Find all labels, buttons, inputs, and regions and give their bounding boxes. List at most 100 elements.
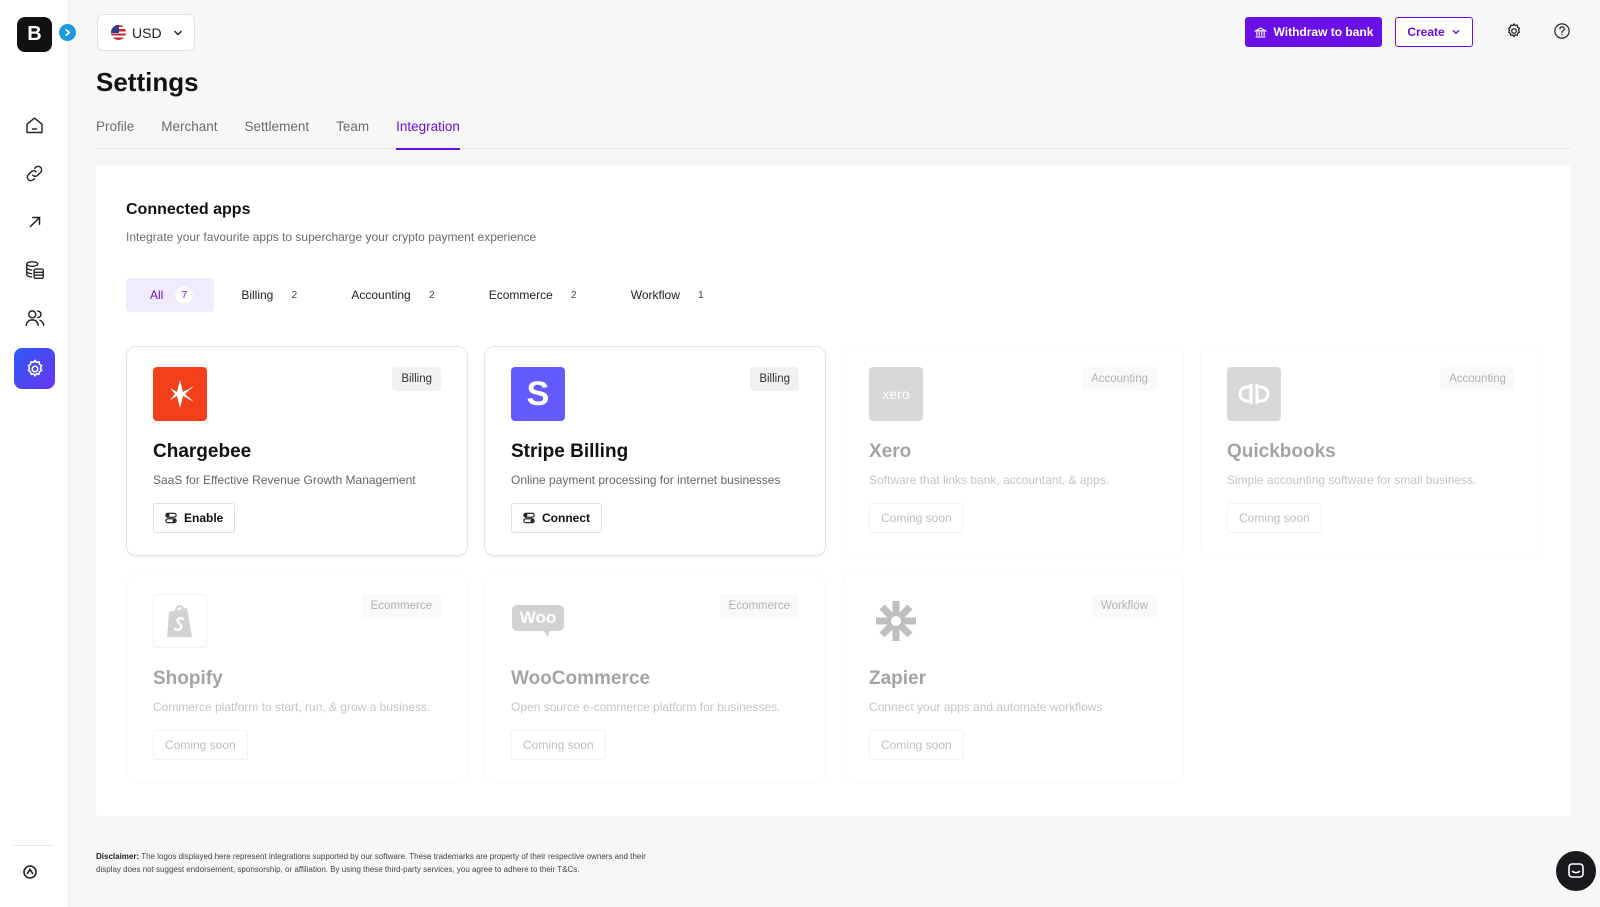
category-tag: Billing — [750, 367, 799, 391]
action-label: Enable — [184, 511, 224, 525]
toggle-icon — [165, 512, 177, 524]
app-card-xero: xero Accounting Xero Software that links… — [842, 346, 1184, 556]
sidebar-item-balances[interactable] — [14, 249, 55, 290]
create-label: Create — [1407, 25, 1445, 39]
app-name: Shopify — [153, 668, 223, 689]
woocommerce-logo-icon: Woo — [511, 594, 565, 648]
app-name: Zapier — [869, 668, 927, 689]
sidebar-item-payment-links[interactable] — [14, 153, 55, 194]
currency-selector[interactable]: USD — [97, 14, 195, 51]
woo-logo-text: Woo — [512, 605, 564, 631]
settings-icon — [27, 359, 42, 377]
connected-apps-panel: Connected apps Integrate your favourite … — [96, 165, 1571, 816]
arrow-up-right-icon — [29, 216, 40, 227]
stripe-logo-icon: S — [511, 367, 565, 421]
chat-launcher-button[interactable] — [1556, 851, 1596, 891]
connect-button[interactable]: Connect — [511, 503, 602, 533]
coins-icon — [25, 260, 44, 279]
action-label: Coming soon — [523, 738, 594, 752]
filter-count: 2 — [428, 289, 435, 301]
app-card-woocommerce: Woo Ecommerce WooCommerce Open source e-… — [484, 573, 826, 783]
section-title: Connected apps — [126, 201, 251, 218]
chat-icon — [1568, 863, 1584, 878]
filter-all[interactable]: All 7 — [126, 278, 215, 312]
action-label: Coming soon — [881, 738, 952, 752]
filter-count: 1 — [698, 289, 704, 301]
app-description: Connect your apps and automate workflows — [869, 700, 1103, 714]
filter-label: Ecommerce — [488, 288, 553, 302]
sidebar-item-customers[interactable] — [14, 297, 55, 338]
coming-soon-button: Coming soon — [869, 503, 964, 533]
action-label: Connect — [542, 511, 590, 525]
section-subtitle: Integrate your favourite apps to superch… — [126, 230, 537, 244]
tab-integration[interactable]: Integration — [396, 119, 460, 150]
brand-logo[interactable]: B — [17, 17, 52, 52]
category-tag: Billing — [392, 367, 441, 391]
category-filters: All 7 Billing 2 Accounting 2 Ecommerce 2 Wor… — [126, 278, 731, 312]
tab-settlement[interactable]: Settlement — [245, 119, 310, 149]
app-card-chargebee: Billing Chargebee SaaS for Effective Rev… — [126, 346, 468, 556]
filter-count: 2 — [570, 289, 577, 301]
sidebar-item-settings[interactable] — [14, 348, 55, 389]
app-card-shopify: Ecommerce Shopify Commerce platform to s… — [126, 573, 468, 783]
filter-accounting[interactable]: Accounting 2 — [327, 278, 461, 312]
sidebar-item-home[interactable] — [14, 105, 55, 146]
chevron-down-icon — [1452, 30, 1459, 35]
category-tag: Accounting — [1082, 367, 1157, 391]
shopify-logo-icon — [153, 594, 207, 648]
tab-team[interactable]: Team — [336, 119, 369, 149]
tab-merchant[interactable]: Merchant — [161, 119, 217, 149]
app-description: Software that links bank, accountant, & … — [869, 473, 1110, 487]
app-card-stripe-billing: S Billing Stripe Billing Online payment … — [484, 346, 826, 556]
filter-count: 7 — [175, 287, 194, 303]
filter-ecommerce[interactable]: Ecommerce 2 — [465, 278, 604, 312]
home-icon — [26, 117, 43, 134]
quickbooks-logo-icon — [1227, 367, 1281, 421]
page-title: Settings — [96, 67, 199, 97]
toggle-icon — [523, 512, 535, 524]
filter-workflow[interactable]: Workflow 1 — [607, 278, 731, 312]
link-icon — [26, 165, 43, 182]
coming-soon-button: Coming soon — [511, 730, 606, 760]
help-icon[interactable] — [1553, 22, 1571, 40]
withdraw-label: Withdraw to bank — [1273, 25, 1374, 39]
sidebar-expand-button[interactable] — [59, 24, 76, 41]
category-tag: Ecommerce — [361, 594, 441, 618]
app-description: Simple accounting software for small bus… — [1227, 473, 1477, 487]
xero-logo-icon: xero — [869, 367, 923, 421]
coming-soon-button: Coming soon — [153, 730, 248, 760]
filter-billing[interactable]: Billing 2 — [217, 278, 324, 312]
xero-logo-text: xero — [882, 386, 910, 402]
app-name: Xero — [869, 441, 912, 462]
category-tag: Workflow — [1091, 594, 1157, 618]
disclaimer-label: Disclaimer: — [96, 852, 140, 861]
filter-count: 2 — [291, 289, 298, 301]
sidebar-divider — [14, 845, 54, 846]
disclaimer-text: The logos displayed here represent integ… — [96, 852, 646, 874]
app-description: Commerce platform to start, run, & grow … — [153, 700, 431, 714]
sidebar-item-payouts[interactable] — [14, 201, 55, 242]
brand-mark-icon[interactable] — [22, 864, 38, 880]
users-icon — [25, 309, 44, 326]
app-name: Stripe Billing — [511, 441, 629, 462]
coming-soon-button: Coming soon — [1227, 503, 1322, 533]
filter-label: Accounting — [351, 288, 411, 302]
enable-button[interactable]: Enable — [153, 503, 236, 533]
gear-icon[interactable] — [1505, 22, 1523, 40]
app-name: Quickbooks — [1227, 441, 1336, 462]
chevron-right-icon — [65, 28, 71, 37]
action-label: Coming soon — [881, 511, 952, 525]
create-button[interactable]: Create — [1395, 17, 1473, 47]
brand-logo-letter: B — [27, 23, 42, 45]
category-tag: Ecommerce — [719, 594, 799, 618]
app-description: Online payment processing for internet b… — [511, 473, 781, 487]
tab-profile[interactable]: Profile — [96, 119, 134, 149]
coming-soon-button: Coming soon — [869, 730, 964, 760]
chargebee-logo-icon — [153, 367, 207, 421]
action-label: Coming soon — [165, 738, 236, 752]
filter-label: Workflow — [630, 288, 680, 302]
app-description: Open source e-commerce platform for busi… — [511, 700, 781, 714]
withdraw-to-bank-button[interactable]: Withdraw to bank — [1245, 17, 1382, 47]
app-description: SaaS for Effective Revenue Growth Manage… — [153, 473, 416, 487]
settings-tabs: Profile Merchant Settlement Team Integra… — [96, 119, 1570, 150]
